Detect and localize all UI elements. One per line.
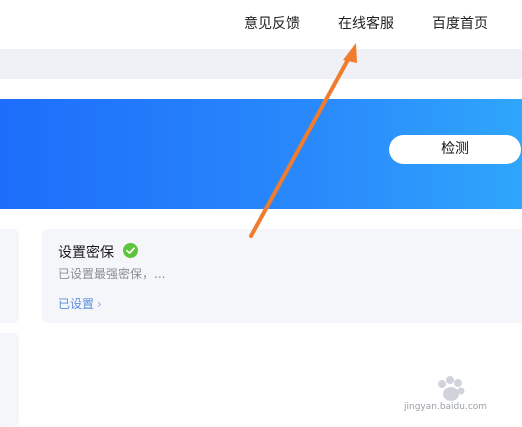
online-service-link[interactable]: 在线客服 — [338, 13, 394, 33]
status-link[interactable]: 已设置 › — [58, 295, 102, 312]
check-circle-icon — [123, 243, 138, 258]
watermark-text: jingyan.baidu.com — [404, 402, 488, 412]
separator-strip — [0, 49, 522, 79]
card-description: 已设置最强密保，... — [58, 267, 166, 281]
feedback-link[interactable]: 意见反馈 — [244, 13, 300, 33]
baidu-home-link[interactable]: 百度首页 — [432, 13, 488, 33]
detect-button[interactable]: 检测 — [389, 135, 521, 164]
left-partial-card-lower[interactable] — [0, 333, 19, 427]
status-label: 已设置 — [58, 297, 95, 311]
left-partial-card[interactable] — [0, 229, 19, 323]
spacer — [0, 79, 522, 99]
chevron-right-icon: › — [97, 297, 102, 311]
top-navigation-bar: 意见反馈 在线客服 百度首页 — [0, 0, 522, 49]
card-title: 设置密保 — [58, 245, 114, 261]
baidu-paw-logo — [438, 376, 465, 401]
